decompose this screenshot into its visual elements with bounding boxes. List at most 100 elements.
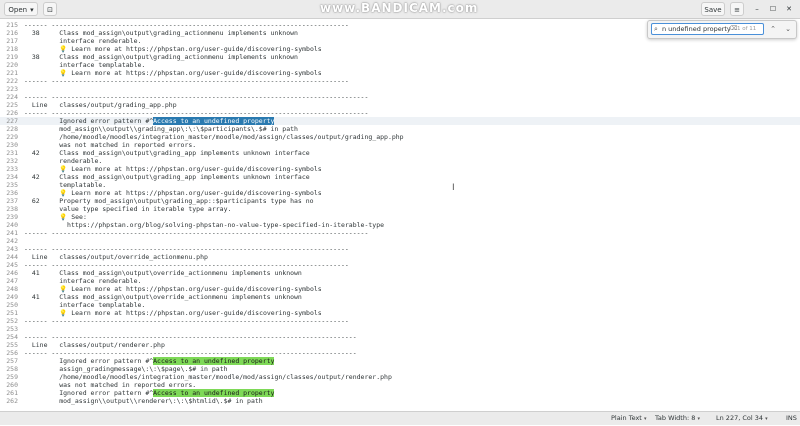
editor-line[interactable]: 235 templatable.: [0, 181, 800, 189]
text-editor[interactable]: 215 ------ ------------------------------…: [0, 19, 800, 411]
open-button[interactable]: Open ▾: [4, 2, 38, 16]
line-number: 260: [6, 381, 18, 389]
line-text: 38 Class mod_assign\output\grading_actio…: [24, 53, 298, 61]
line-number: 256: [6, 349, 18, 357]
line-number: 235: [6, 181, 18, 189]
chevron-down-icon: ⌄: [785, 25, 791, 33]
editor-line[interactable]: 241 ------ ------------------------------…: [0, 229, 800, 237]
line-number: 236: [6, 189, 18, 197]
line-text: interface templatable.: [24, 301, 146, 309]
editor-line[interactable]: 223: [0, 85, 800, 93]
line-number: 239: [6, 213, 18, 221]
editor-line[interactable]: 249 41 Class mod_assign\output\override_…: [0, 293, 800, 301]
editor-line[interactable]: 233 💡 Learn more at https://phpstan.org/…: [0, 165, 800, 173]
editor-line[interactable]: 236 💡 Learn more at https://phpstan.org/…: [0, 189, 800, 197]
next-match-button[interactable]: ⌄: [782, 24, 794, 35]
line-number: 250: [6, 301, 18, 309]
line-number: 246: [6, 269, 18, 277]
line-text: ------ ---------------------------------…: [24, 261, 349, 269]
save-button[interactable]: Save: [701, 2, 725, 16]
editor-line[interactable]: 255 Line classes/output/renderer.php: [0, 341, 800, 349]
line-text: 41 Class mod_assign\output\override_acti…: [24, 269, 302, 277]
line-number: 226: [6, 109, 18, 117]
editor-line[interactable]: 237 62 Property mod_assign\output\gradin…: [0, 197, 800, 205]
editor-line[interactable]: 225 Line classes/output/grading_app.php: [0, 101, 800, 109]
line-number: 243: [6, 245, 18, 253]
line-text: ------ ---------------------------------…: [24, 21, 349, 29]
editor-line[interactable]: 258 assign_gradingmessage\:\:\$page\.$# …: [0, 365, 800, 373]
editor-line[interactable]: 224 ------ ------------------------------…: [0, 93, 800, 101]
line-number: 244: [6, 253, 18, 261]
editor-line[interactable]: 245 ------ ------------------------------…: [0, 261, 800, 269]
editor-line[interactable]: 248 💡 Learn more at https://phpstan.org/…: [0, 285, 800, 293]
line-number: 238: [6, 205, 18, 213]
editor-line[interactable]: 254 ------ ------------------------------…: [0, 333, 800, 341]
close-window-button[interactable]: ✕: [783, 2, 795, 16]
editor-line[interactable]: 242: [0, 237, 800, 245]
editor-line[interactable]: 226 ------ ------------------------------…: [0, 109, 800, 117]
search-icon: ⌕: [654, 25, 658, 33]
line-number: 218: [6, 45, 18, 53]
line-number: 253: [6, 325, 18, 333]
line-text: Line classes/output/renderer.php: [24, 341, 165, 349]
line-number: 228: [6, 125, 18, 133]
editor-line[interactable]: 253: [0, 325, 800, 333]
editor-line[interactable]: 231 42 Class mod_assign\output\grading_a…: [0, 149, 800, 157]
minimize-button[interactable]: –: [751, 2, 763, 16]
editor-line[interactable]: 259 /home/moodle/moodles/integration_mas…: [0, 373, 800, 381]
line-number: 262: [6, 397, 18, 405]
line-text: https://phpstan.org/blog/solving-phpstan…: [24, 221, 385, 229]
line-number: 232: [6, 157, 18, 165]
main-menu-button[interactable]: ≡: [730, 2, 744, 16]
editor-line[interactable]: 222 ------ ------------------------------…: [0, 77, 800, 85]
editor-line[interactable]: 221 💡 Learn more at https://phpstan.org/…: [0, 69, 800, 77]
chevron-down-icon: ▾: [765, 416, 768, 422]
close-icon: ✕: [786, 5, 792, 13]
line-number: 251: [6, 309, 18, 317]
line-text: 💡 Learn more at https://phpstan.org/user…: [24, 69, 322, 77]
editor-line[interactable]: 238 value type specified in iterable typ…: [0, 205, 800, 213]
editor-line[interactable]: 229 /home/moodle/moodles/integration_mas…: [0, 133, 800, 141]
editor-line[interactable]: 240 https://phpstan.org/blog/solving-php…: [0, 221, 800, 229]
line-number: 224: [6, 93, 18, 101]
line-text: mod_assign\\output\\renderer\:\:\$htmlid…: [24, 397, 263, 405]
editor-line[interactable]: 247 interface renderable.: [0, 277, 800, 285]
previous-match-button[interactable]: ⌃: [767, 24, 779, 35]
line-number: 252: [6, 317, 18, 325]
line-number: 261: [6, 389, 18, 397]
editor-line[interactable]: 243 ------ ------------------------------…: [0, 245, 800, 253]
editor-line[interactable]: 251 💡 Learn more at https://phpstan.org/…: [0, 309, 800, 317]
line-text-before-match: Ignored error pattern #^: [24, 357, 154, 365]
editor-line[interactable]: 220 interface templatable.: [0, 61, 800, 69]
cursor-position-label: Ln 227, Col 34: [716, 414, 764, 422]
editor-line[interactable]: 230 was not matched in reported errors.: [0, 141, 800, 149]
editor-line[interactable]: 234 42 Class mod_assign\output\grading_a…: [0, 173, 800, 181]
editor-line[interactable]: 228 mod_assign\\output\\grading_app\:\:\…: [0, 125, 800, 133]
line-text: 💡 Learn more at https://phpstan.org/user…: [24, 165, 322, 173]
editor-line[interactable]: 262 mod_assign\\output\\renderer\:\:\$ht…: [0, 397, 800, 405]
editor-line[interactable]: 219 38 Class mod_assign\output\grading_a…: [0, 53, 800, 61]
editor-line[interactable]: 252 ------ ------------------------------…: [0, 317, 800, 325]
editor-line[interactable]: 261 Ignored error pattern #^Access to an…: [0, 389, 800, 397]
editor-line[interactable]: 250 interface templatable.: [0, 301, 800, 309]
editor-line[interactable]: 244 Line classes/output/override_actionm…: [0, 253, 800, 261]
line-text: Ignored error pattern #^Access to an und…: [24, 357, 275, 365]
line-number: 220: [6, 61, 18, 69]
editor-line[interactable]: 256 ------ ------------------------------…: [0, 349, 800, 357]
editor-line[interactable]: 232 renderable.: [0, 157, 800, 165]
editor-line[interactable]: 218 💡 Learn more at https://phpstan.org/…: [0, 45, 800, 53]
editor-line[interactable]: 227 Ignored error pattern #^Access to an…: [0, 117, 800, 125]
new-tab-button[interactable]: ⊡: [43, 2, 57, 16]
line-text: Ignored error pattern #^Access to an und…: [24, 389, 275, 397]
line-text: Line classes/output/grading_app.php: [24, 101, 177, 109]
editor-line[interactable]: 257 Ignored error pattern #^Access to an…: [0, 357, 800, 365]
editor-line[interactable]: 260 was not matched in reported errors.: [0, 381, 800, 389]
line-text: templatable.: [24, 181, 107, 189]
editor-line[interactable]: 246 41 Class mod_assign\output\override_…: [0, 269, 800, 277]
line-text: ------ ---------------------------------…: [24, 349, 357, 357]
line-number: 237: [6, 197, 18, 205]
search-input[interactable]: ⌕ n undefined property ⌫ 1 of 11: [651, 23, 764, 35]
editor-line[interactable]: 239 💡 See:: [0, 213, 800, 221]
maximize-button[interactable]: ☐: [767, 2, 779, 16]
line-text: interface templatable.: [24, 61, 146, 69]
